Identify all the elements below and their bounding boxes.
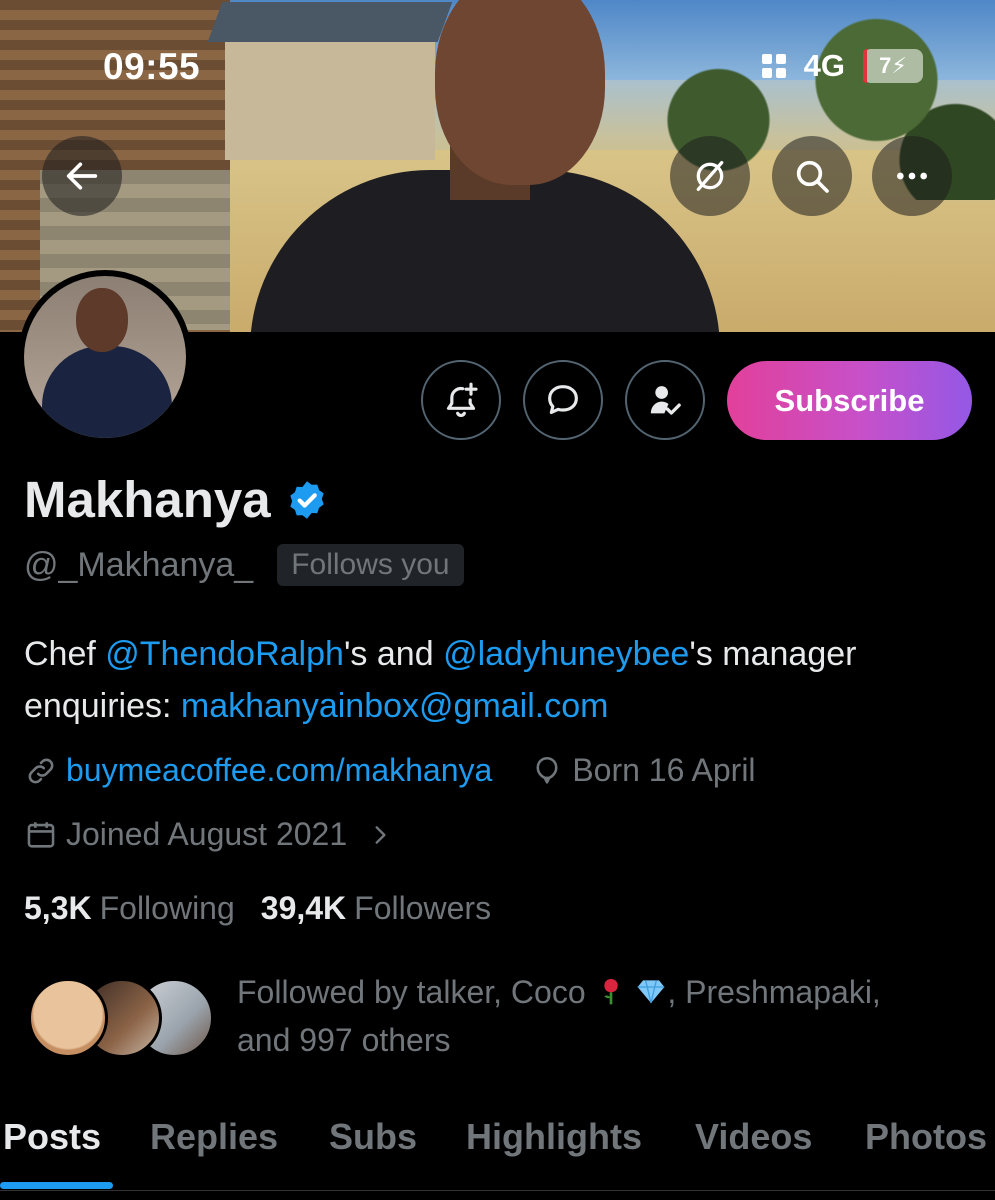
divider [0,1190,995,1191]
follow-stats: 5,3K Following 39,4K Followers [24,890,491,927]
tab-videos[interactable]: Videos [695,1116,812,1158]
email-link[interactable]: makhanyainbox@gmail.com [181,687,609,725]
grok-icon [696,161,724,191]
followers-count: 39,4K [260,890,347,926]
bio-text: 's manager [689,635,857,673]
status-time: 09:55 [103,46,201,87]
banner-person [250,0,720,332]
active-tab-indicator [0,1182,113,1189]
profile-tabs: Posts Replies Subs Highlights Videos Pho… [0,1108,995,1200]
back-button[interactable] [42,136,122,216]
subscribe-button[interactable]: Subscribe [727,361,972,440]
followers-label: Followers [354,890,492,926]
joined-row[interactable]: Joined August 2021 [24,816,393,853]
following-count: 5,3K [24,890,92,926]
more-button[interactable] [872,136,952,216]
charging-bolt: ⚡ [891,53,907,78]
search-button[interactable] [772,136,852,216]
user-handle: @_Makhanya_ [24,545,254,584]
status-indicators: 4G 7 ⚡ [761,48,923,84]
joined-text: Joined August 2021 [66,816,348,852]
mention-link[interactable]: @ThendoRalph [105,635,344,673]
search-icon [796,160,829,193]
battery-level: 7 [879,53,892,78]
tab-posts[interactable]: Posts [3,1116,101,1158]
rose-emoji-icon [603,979,618,1005]
calendar-icon [27,821,55,848]
tab-photos[interactable]: Photos [865,1116,987,1158]
gem-emoji-icon [638,980,665,1004]
network-label: 4G [803,48,845,83]
bio: Chef @ThendoRalph's and @ladyhuneybee's … [24,628,974,732]
tab-replies[interactable]: Replies [150,1116,278,1158]
joined-item[interactable]: Joined August 2021 [24,816,393,853]
person-check-icon [650,386,681,415]
notifications-button[interactable] [421,360,501,440]
battery-icon: 7 ⚡ [863,49,923,83]
following-button[interactable] [625,360,705,440]
followed-by-text: Followed by talker, Coco , Preshmapaki, … [237,968,967,1064]
display-name: Makhanya [24,471,271,528]
profile-meta: buymeacoffee.com/makhanya Born 16 April [24,752,756,789]
grok-button[interactable] [670,136,750,216]
bio-text: Chef [24,635,106,673]
website-item[interactable]: buymeacoffee.com/makhanya [24,752,492,789]
followed-by-others: and 997 others [237,1022,451,1058]
birthday-text: Born 16 April [572,752,756,788]
birthday-item: Born 16 April [530,752,756,789]
following-stat[interactable]: 5,3K Following [24,890,235,927]
arrow-left-icon [66,162,98,190]
avatar[interactable] [18,270,192,444]
follower-avatar [28,978,108,1058]
avatar-head [76,288,128,352]
signal-icon [761,54,786,78]
followed-by-prefix: Followed by talker, Coco [237,974,595,1010]
link-icon [28,758,54,783]
chevron-right-icon [375,825,386,844]
name-row: Makhanya [24,470,329,529]
bell-plus-icon [446,382,478,418]
bio-text: 's and [343,635,444,673]
avatar-body [42,346,172,438]
banner-person-head [435,0,605,185]
message-icon [548,385,578,415]
tab-highlights[interactable]: Highlights [466,1116,642,1158]
more-icon [897,172,927,180]
followers-stat[interactable]: 39,4K Followers [261,890,491,927]
tab-subs[interactable]: Subs [329,1116,417,1158]
followed-by-suffix: , Preshmapaki, [667,974,881,1010]
avatar-image [24,276,186,438]
mention-link[interactable]: @ladyhuneybee [443,635,689,673]
message-button[interactable] [523,360,603,440]
bio-text: enquiries: [24,687,181,725]
follows-you-badge: Follows you [277,544,464,586]
website-link[interactable]: buymeacoffee.com/makhanya [66,752,492,789]
handle-row: @_Makhanya_ Follows you [24,544,464,586]
verified-badge-icon[interactable] [285,478,329,522]
following-label: Following [99,890,235,926]
followed-by[interactable]: Followed by talker, Coco , Preshmapaki, … [24,968,974,1068]
balloon-icon [536,756,558,784]
